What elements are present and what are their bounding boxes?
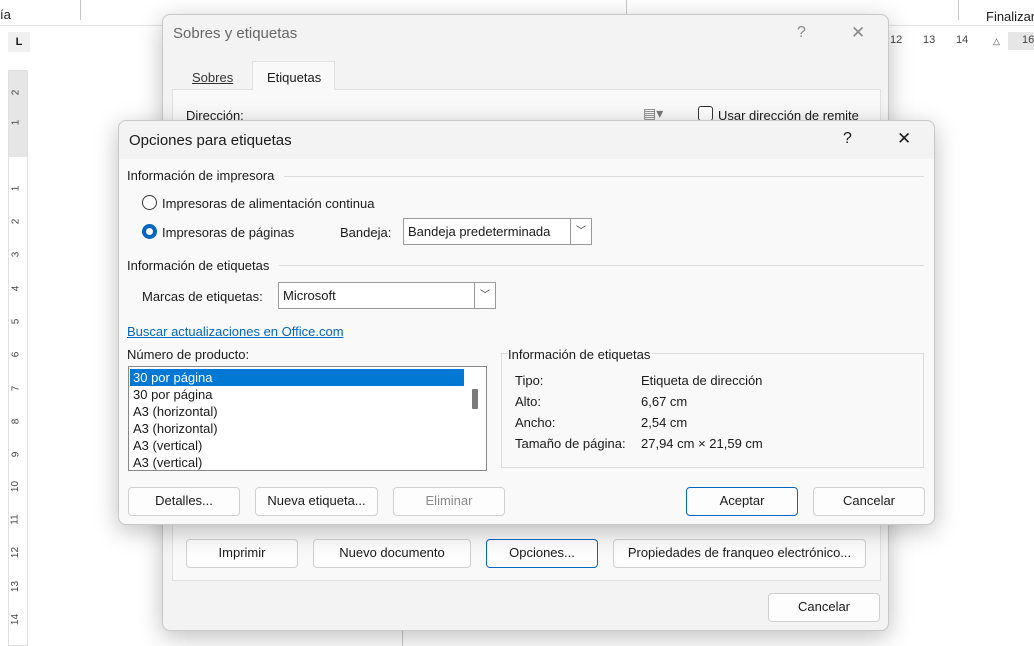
ruler-num: 8 (10, 418, 22, 425)
ruler-num: 13 (923, 34, 936, 46)
ruler-num: 16 (1022, 34, 1034, 46)
info-key: Ancho: (515, 415, 556, 430)
ruler-num: 3 (10, 251, 22, 258)
tray-label: Bandeja: (340, 225, 392, 240)
new-label-button[interactable]: Nueva etiqueta... (255, 487, 378, 516)
page-printers-radio[interactable] (142, 224, 157, 239)
info-value: Etiqueta de dirección (641, 373, 763, 388)
cancel-button[interactable]: Cancelar (768, 593, 880, 622)
label-info-group-title: Información de etiquetas (508, 347, 653, 362)
cancel-button[interactable]: Cancelar (813, 487, 925, 516)
info-value: 6,67 cm (641, 394, 688, 409)
tab-label: Etiquetas (267, 70, 322, 85)
ruler-num: 9 (10, 451, 22, 458)
divider (958, 0, 959, 20)
ruler-num: 14 (956, 34, 969, 46)
list-item[interactable]: A3 (horizontal) (130, 420, 485, 437)
list-item[interactable]: 30 por página (130, 386, 485, 403)
product-number-label: Número de producto: (127, 347, 250, 362)
printer-info-heading: Información de impresora (127, 168, 275, 183)
chevron-down-icon: ﹀ (570, 219, 591, 244)
ruler-num: 7 (10, 385, 22, 392)
label-info-heading: Información de etiquetas (127, 258, 270, 273)
label-options-dialog: Opciones para etiquetas ? ✕ Información … (118, 120, 935, 525)
ruler-num: 5 (10, 318, 22, 325)
ruler-num: 12 (10, 546, 22, 559)
ruler-num: 2 (10, 89, 22, 96)
close-button[interactable]: ✕ (897, 129, 911, 149)
vendor-value: Microsoft (283, 288, 336, 303)
ruler-num: 1 (10, 185, 22, 192)
vertical-ruler[interactable]: 2 1 1 2 3 4 5 6 7 8 9 10 11 12 13 14 (8, 70, 28, 646)
divider (80, 0, 81, 20)
tab-sobres[interactable]: Sobres (192, 70, 233, 85)
list-item[interactable]: A3 (vertical) (130, 454, 485, 471)
tray-value: Bandeja predeterminada (408, 224, 551, 239)
use-return-address-checkbox[interactable] (698, 106, 713, 121)
horizontal-ruler[interactable]: 12 13 14 △ 16 (888, 32, 1034, 50)
ruler-num: 10 (10, 480, 22, 493)
info-key: Tamaño de página: (515, 436, 626, 451)
info-value: 2,54 cm (641, 415, 688, 430)
ruler-num: 1 (10, 119, 22, 126)
dialog-title: Sobres y etiquetas (173, 25, 298, 42)
list-item[interactable]: A3 (horizontal) (130, 403, 485, 420)
info-key: Tipo: (515, 373, 544, 388)
vendor-label: Marcas de etiquetas: (142, 289, 263, 304)
tray-select[interactable]: Bandeja predeterminada ﹀ (403, 218, 592, 245)
delete-button: Eliminar (393, 487, 505, 516)
ok-button[interactable]: Aceptar (686, 487, 798, 516)
ruler-num: 13 (10, 580, 22, 593)
continuous-feed-radio[interactable] (142, 195, 157, 210)
new-document-button[interactable]: Nuevo documento (313, 539, 471, 568)
ribbon-group-finalizar: Finalizar (986, 9, 1034, 24)
chevron-down-icon: ﹀ (474, 283, 495, 308)
ruler-num: 4 (10, 285, 22, 292)
ribbon-group-label: ía (0, 7, 11, 22)
ruler-num: 2 (10, 218, 22, 225)
office-updates-link[interactable]: Buscar actualizaciones en Office.com (127, 324, 344, 339)
ruler-num: 6 (10, 351, 22, 358)
print-button[interactable]: Imprimir (186, 539, 298, 568)
scrollbar-thumb[interactable] (472, 389, 478, 409)
details-button[interactable]: Detalles... (128, 487, 240, 516)
page-printers-label: Impresoras de páginas (162, 225, 295, 240)
close-button[interactable]: ✕ (851, 23, 865, 43)
options-button[interactable]: Opciones... (486, 539, 598, 568)
ruler-num: 12 (890, 34, 903, 46)
dialog-title: Opciones para etiquetas (129, 132, 292, 149)
indent-marker-icon[interactable]: △ (993, 36, 1000, 47)
info-value: 27,94 cm × 21,59 cm (641, 436, 763, 451)
label-vendor-select[interactable]: Microsoft ﹀ (278, 282, 496, 309)
continuous-feed-label: Impresoras de alimentación continua (162, 196, 375, 211)
tab-selector[interactable]: L (8, 32, 30, 52)
list-item[interactable]: A3 (vertical) (130, 437, 485, 454)
tab-etiquetas[interactable]: Etiquetas (252, 61, 335, 90)
ruler-num: 14 (10, 613, 22, 626)
help-button[interactable]: ? (797, 24, 806, 42)
postage-properties-button[interactable]: Propiedades de franqueo electrónico... (613, 539, 866, 568)
help-button[interactable]: ? (843, 130, 852, 148)
info-key: Alto: (515, 394, 542, 409)
list-item[interactable]: 30 por página (130, 369, 464, 386)
product-number-list[interactable]: 30 por página 30 por página A3 (horizont… (128, 366, 487, 471)
ruler-num: 11 (9, 514, 21, 525)
